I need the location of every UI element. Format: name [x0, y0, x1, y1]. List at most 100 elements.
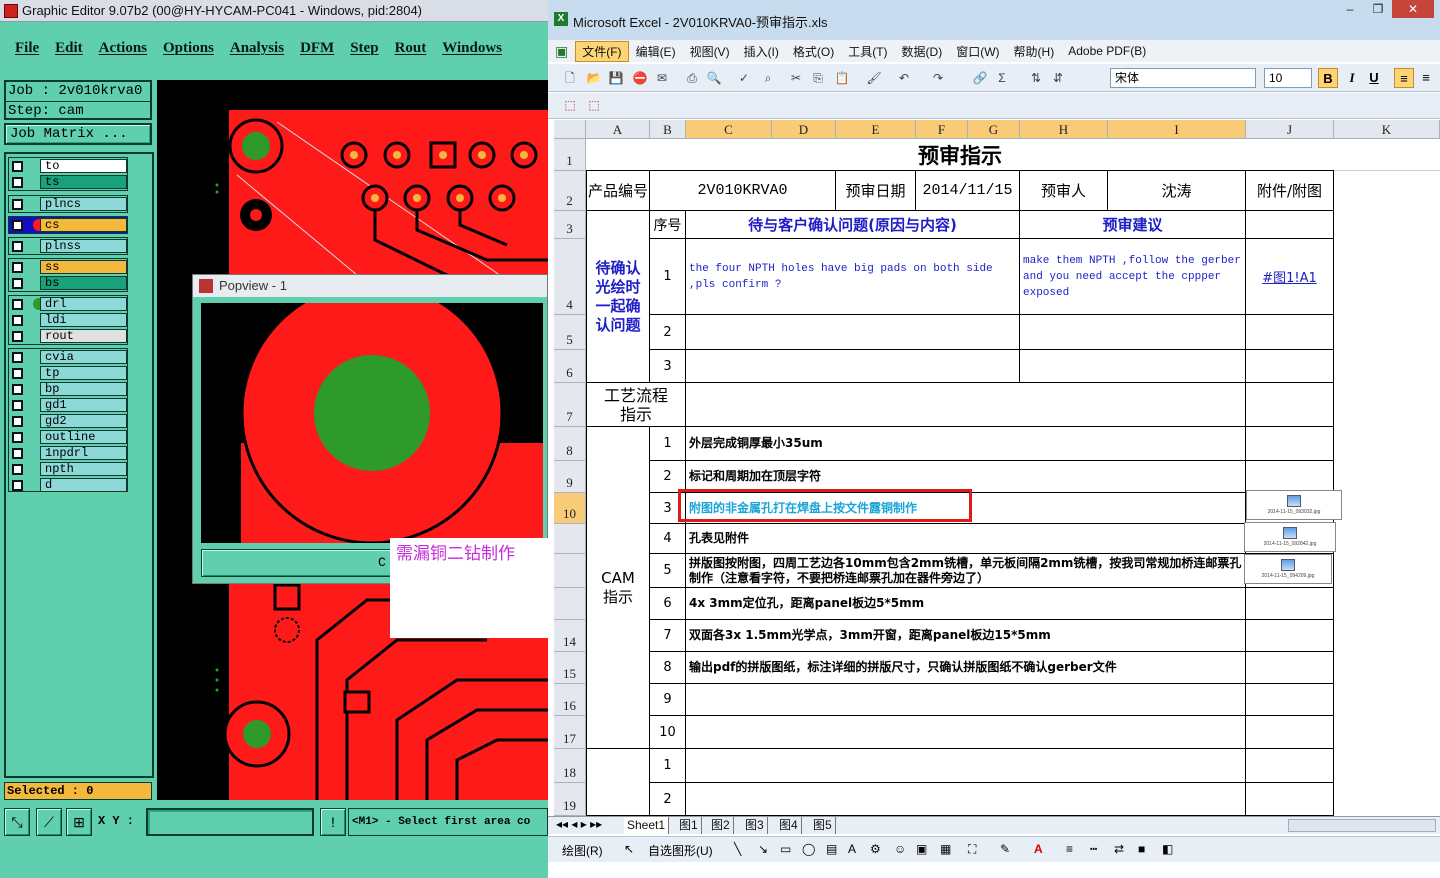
- layer-checkbox[interactable]: [12, 298, 23, 310]
- redo-icon[interactable]: ↷: [930, 70, 946, 86]
- shadow-icon[interactable]: ■: [1138, 842, 1145, 856]
- tab-fig3[interactable]: 图3: [742, 817, 768, 834]
- label-cam-instructions[interactable]: CAM指示: [586, 427, 650, 749]
- ge-menu-file[interactable]: File: [0, 30, 47, 70]
- copy-icon[interactable]: ⎘: [810, 70, 826, 86]
- cell[interactable]: [1246, 315, 1334, 350]
- suggestion-1[interactable]: make them NPTH ,follow the gerber and yo…: [1020, 239, 1246, 315]
- line-color-icon[interactable]: ✎: [1000, 842, 1010, 856]
- row-header[interactable]: 5: [554, 315, 586, 350]
- layer-checkbox[interactable]: [12, 160, 23, 172]
- ge-menu-actions[interactable]: Actions: [91, 30, 155, 70]
- cam-item-number[interactable]: 4: [650, 524, 686, 554]
- row-header[interactable]: 2: [554, 171, 586, 211]
- rectangle-icon[interactable]: ▭: [780, 842, 791, 856]
- font-size-select[interactable]: 10: [1264, 68, 1312, 88]
- ge-menu-dfm[interactable]: DFM: [292, 30, 342, 70]
- select-all-corner[interactable]: [554, 120, 586, 139]
- ge-menu-edit[interactable]: Edit: [47, 30, 91, 70]
- layer-name[interactable]: ldi: [40, 313, 127, 327]
- underline-button[interactable]: U: [1364, 68, 1384, 88]
- 3d-icon[interactable]: ◧: [1162, 842, 1173, 856]
- ge-menu-windows[interactable]: Windows: [434, 30, 510, 70]
- cam-item-text[interactable]: [686, 783, 1246, 816]
- autoshapes-menu[interactable]: 自选图形(U): [648, 842, 713, 859]
- ge-menu-rout[interactable]: Rout: [387, 30, 435, 70]
- col-header[interactable]: H: [1020, 120, 1108, 139]
- layer-name[interactable]: bs: [40, 276, 127, 290]
- row-header[interactable]: 15: [554, 652, 586, 684]
- layer-name[interactable]: ss: [40, 260, 127, 274]
- menu-window[interactable]: 窗口(W): [949, 43, 1006, 60]
- q-number[interactable]: 1: [650, 239, 686, 315]
- product-number-value[interactable]: 2V010KRVA0: [650, 171, 836, 211]
- align-center-icon[interactable]: ≡: [1416, 68, 1436, 88]
- cam-item-text[interactable]: 4x 3mm定位孔，距离panel板边5*5mm: [686, 588, 1246, 620]
- popview-canvas[interactable]: [201, 303, 543, 543]
- new-icon[interactable]: 🗋: [562, 70, 578, 86]
- layer-checkbox[interactable]: [12, 383, 23, 395]
- layer-name[interactable]: bp: [40, 382, 127, 396]
- menu-adobe-pdf[interactable]: Adobe PDF(B): [1061, 44, 1153, 58]
- q-number[interactable]: 3: [650, 350, 686, 383]
- layer-row[interactable]: gd2: [9, 413, 127, 429]
- cam-item-text[interactable]: 孔表见附件: [686, 524, 1246, 554]
- layer-checkbox[interactable]: [12, 399, 23, 411]
- autosum-icon[interactable]: Σ: [994, 70, 1010, 86]
- row-header[interactable]: 3: [554, 211, 586, 239]
- cam-item-text[interactable]: 双面各3x 1.5mm光学点，3mm开窗，距离panel板边15*5mm: [686, 620, 1246, 652]
- layer-row[interactable]: ss: [9, 259, 127, 275]
- row-header[interactable]: 4: [554, 239, 586, 315]
- format-painter-icon[interactable]: 🖌: [866, 70, 882, 86]
- row-header[interactable]: 14: [554, 620, 586, 652]
- attachment-link-1[interactable]: #图1!A1: [1246, 239, 1334, 315]
- layer-name[interactable]: outline: [40, 430, 127, 444]
- layer-name[interactable]: 1npdrl: [40, 446, 127, 460]
- cell[interactable]: [1334, 139, 1440, 171]
- suggestion-3[interactable]: [1020, 350, 1246, 383]
- layer-row[interactable]: rout: [9, 328, 127, 344]
- row-header[interactable]: 19: [554, 783, 586, 816]
- select-objects-icon[interactable]: ↖: [624, 842, 634, 856]
- layer-checkbox[interactable]: [12, 447, 23, 459]
- question-2[interactable]: [686, 315, 1020, 350]
- layer-row[interactable]: 1npdrl: [9, 445, 127, 461]
- pdf-email-icon[interactable]: ⬚: [586, 97, 602, 113]
- label-process-flow[interactable]: 工艺流程指示: [586, 383, 686, 427]
- layer-row[interactable]: ldi: [9, 312, 127, 328]
- col-header[interactable]: J: [1246, 120, 1334, 139]
- menu-edit[interactable]: 编辑(E): [629, 43, 683, 60]
- row-header[interactable]: 18: [554, 749, 586, 783]
- open-icon[interactable]: 📂: [586, 70, 602, 86]
- arrow-style-icon[interactable]: ⇄: [1114, 842, 1124, 856]
- row-header[interactable]: 9: [554, 461, 586, 493]
- cell[interactable]: [586, 749, 650, 816]
- layer-checkbox[interactable]: [12, 431, 23, 443]
- row-header[interactable]: 16: [554, 684, 586, 716]
- col-header[interactable]: I: [1108, 120, 1246, 139]
- row-header[interactable]: 7: [554, 383, 586, 427]
- row-header[interactable]: 8: [554, 427, 586, 461]
- tab-nav-icon[interactable]: ◂◂ ◂ ▸ ▸▸: [556, 817, 602, 831]
- layer-name[interactable]: plnss: [40, 239, 127, 253]
- ge-menu-options[interactable]: Options: [155, 30, 222, 70]
- label-confirm-issues[interactable]: 待确认光绘时一起确认问题: [586, 211, 650, 383]
- col-header[interactable]: K: [1334, 120, 1440, 139]
- workbook-icon[interactable]: ▣: [548, 43, 575, 60]
- row-header[interactable]: 1: [554, 139, 586, 171]
- layer-name[interactable]: rout: [40, 329, 127, 343]
- row-header[interactable]: [554, 524, 586, 554]
- align-left-icon[interactable]: ≡: [1394, 68, 1414, 88]
- row-header[interactable]: 10: [554, 493, 586, 524]
- reviewer-value[interactable]: 沈涛: [1108, 171, 1246, 211]
- label-customer-issues[interactable]: 待与客户确认问题(原因与内容): [686, 211, 1020, 239]
- layer-name[interactable]: to: [40, 159, 127, 173]
- wordart-icon[interactable]: A: [848, 842, 856, 856]
- layer-name[interactable]: d: [40, 478, 127, 492]
- grid-tool-icon[interactable]: ⊞: [66, 808, 92, 836]
- line-style-icon[interactable]: ≡: [1066, 842, 1073, 856]
- layer-name[interactable]: gd1: [40, 398, 127, 412]
- close-button[interactable]: ✕: [1392, 0, 1434, 18]
- tab-sheet1[interactable]: Sheet1: [624, 817, 670, 834]
- layer-name[interactable]: tp: [40, 366, 127, 380]
